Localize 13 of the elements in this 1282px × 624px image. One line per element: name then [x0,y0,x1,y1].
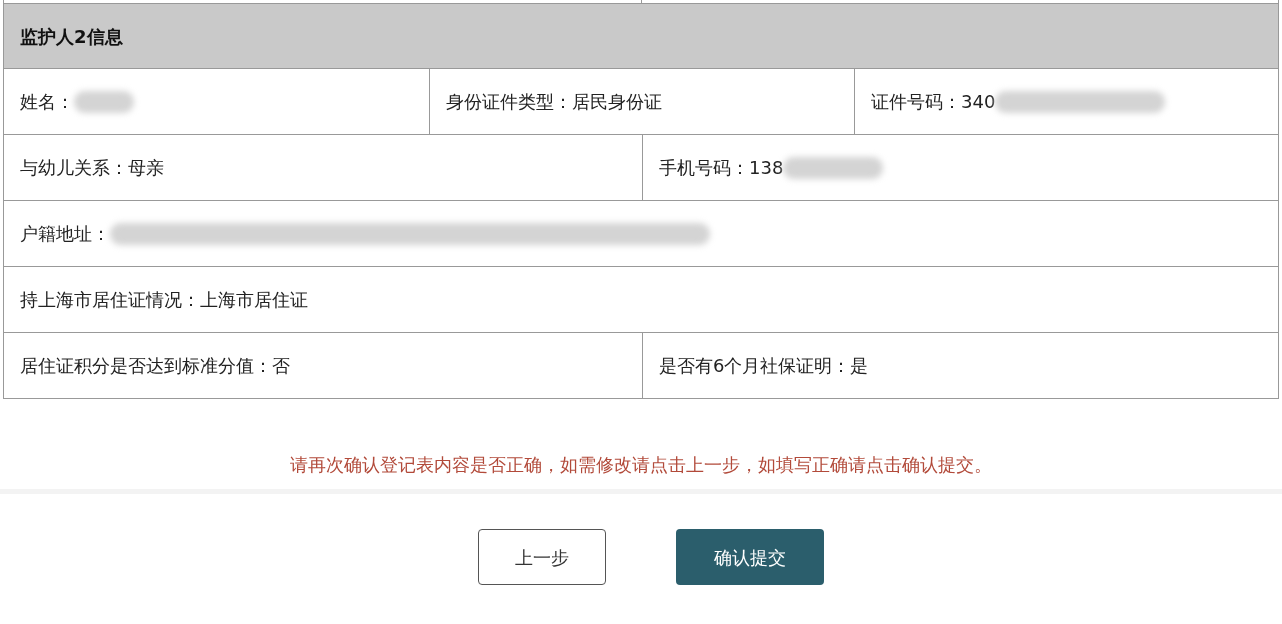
field-text: 户籍地址： [20,222,110,246]
section-title: 监护人2信息 [20,24,123,49]
field-text: 居住证积分是否达到标准分值：否 [20,354,290,378]
field-text: 是否有6个月社保证明：是 [659,354,869,378]
field-text: 证件号码：340 [871,90,996,114]
confirm-submit-button[interactable]: 确认提交 [676,529,824,585]
field-text: 手机号码：138 [659,156,784,180]
field-text: 持上海市居住证情况：上海市居住证 [20,288,308,312]
field-text: 身份证件类型：居民身份证 [446,90,662,114]
previous-step-button[interactable]: 上一步 [478,529,606,585]
field-text: 姓名： [20,90,74,114]
notice-text: 请再次确认登记表内容是否正确，如需修改请点击上一步，如填写正确请点击确认提交。 [290,452,992,477]
field-text: 与幼儿关系：母亲 [20,156,164,180]
